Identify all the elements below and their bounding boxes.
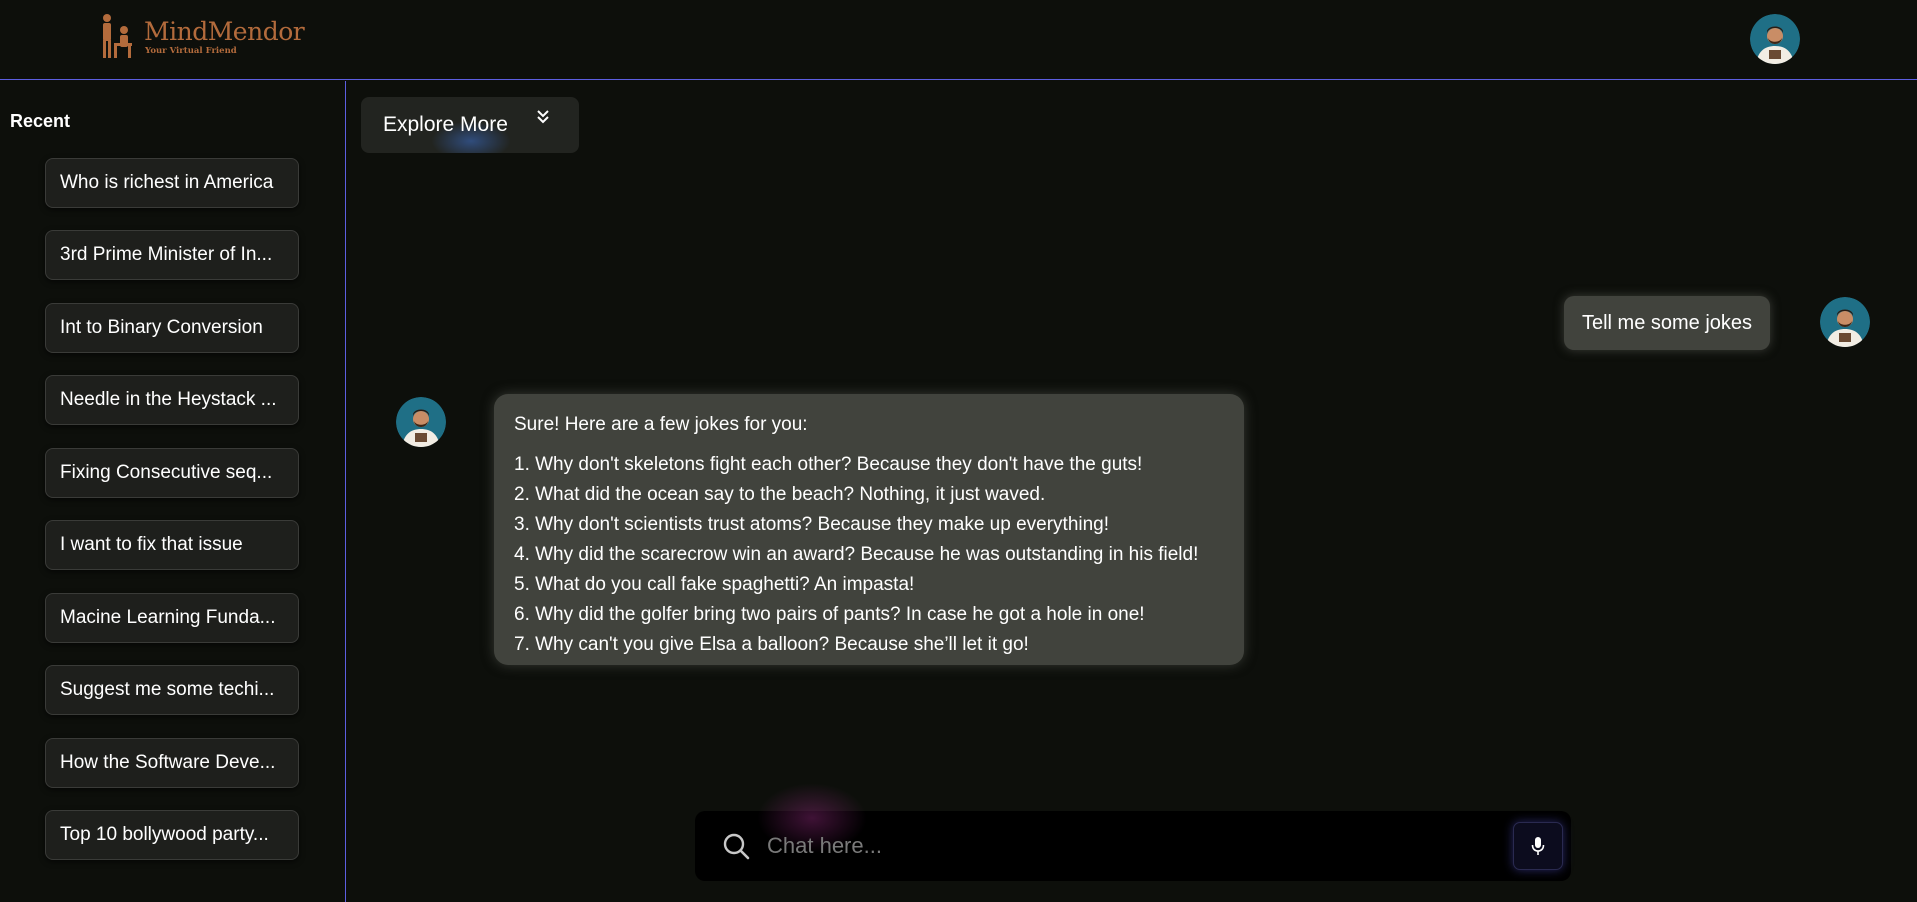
sidebar: Recent Who is richest in America 3rd Pri…	[0, 81, 346, 902]
recent-chat-item[interactable]: How the Software Deve...	[45, 738, 299, 788]
joke-line: 7. Why can't you give Elsa a balloon? Be…	[514, 634, 1029, 655]
user-message-bubble: Tell me some jokes	[1564, 296, 1770, 350]
avatar-icon	[1820, 297, 1870, 347]
top-header: MindMendor Your Virtual Friend	[0, 0, 1917, 80]
joke-line: 1. Why don't skeletons fight each other?…	[514, 454, 1143, 475]
user-avatar	[1820, 297, 1870, 347]
explore-more-button[interactable]: Explore More	[361, 97, 579, 153]
chat-input-bar	[695, 783, 1571, 881]
profile-avatar[interactable]	[1750, 14, 1800, 64]
microphone-button[interactable]	[1513, 822, 1563, 870]
app-logo[interactable]: MindMendor Your Virtual Friend	[98, 12, 305, 62]
recent-chat-item[interactable]: I want to fix that issue	[45, 520, 299, 570]
recent-chat-item[interactable]: Int to Binary Conversion	[45, 303, 299, 353]
recent-chat-item[interactable]: Fixing Consecutive seq...	[45, 448, 299, 498]
logo-icon	[103, 14, 132, 58]
joke-line: 3. Why don't scientists trust atoms? Bec…	[514, 514, 1110, 535]
joke-line: 4. Why did the scarecrow win an award? B…	[514, 544, 1199, 565]
recent-chat-item[interactable]: Needle in the Heystack ...	[45, 375, 299, 425]
avatar-icon	[1750, 14, 1800, 64]
recent-chat-item[interactable]: Macine Learning Funda...	[45, 593, 299, 643]
bot-avatar	[396, 397, 446, 447]
recent-chat-item[interactable]: Suggest me some techi...	[45, 665, 299, 715]
bot-message-bubble: Sure! Here are a few jokes for you: 1. W…	[494, 394, 1244, 665]
bot-intro-text: Sure! Here are a few jokes for you:	[514, 414, 808, 435]
logo-title: MindMendor	[144, 17, 305, 46]
joke-line: 5. What do you call fake spaghetti? An i…	[514, 574, 915, 595]
recent-chat-item[interactable]: Who is richest in America	[45, 158, 299, 208]
joke-line: 6. Why did the golfer bring two pairs of…	[514, 604, 1145, 625]
chat-input[interactable]	[767, 825, 1467, 867]
recent-chat-item[interactable]: 3rd Prime Minister of In...	[45, 230, 299, 280]
logo-subtitle: Your Virtual Friend	[145, 46, 237, 56]
double-chevron-down-icon	[537, 110, 549, 124]
microphone-icon	[1531, 837, 1545, 855]
search-icon	[723, 833, 750, 860]
explore-more-label: Explore More	[383, 113, 508, 136]
avatar-icon	[396, 397, 446, 447]
recent-chat-item[interactable]: Top 10 bollywood party...	[45, 810, 299, 860]
recent-heading: Recent	[10, 111, 71, 131]
joke-line: 2. What did the ocean say to the beach? …	[514, 484, 1046, 505]
